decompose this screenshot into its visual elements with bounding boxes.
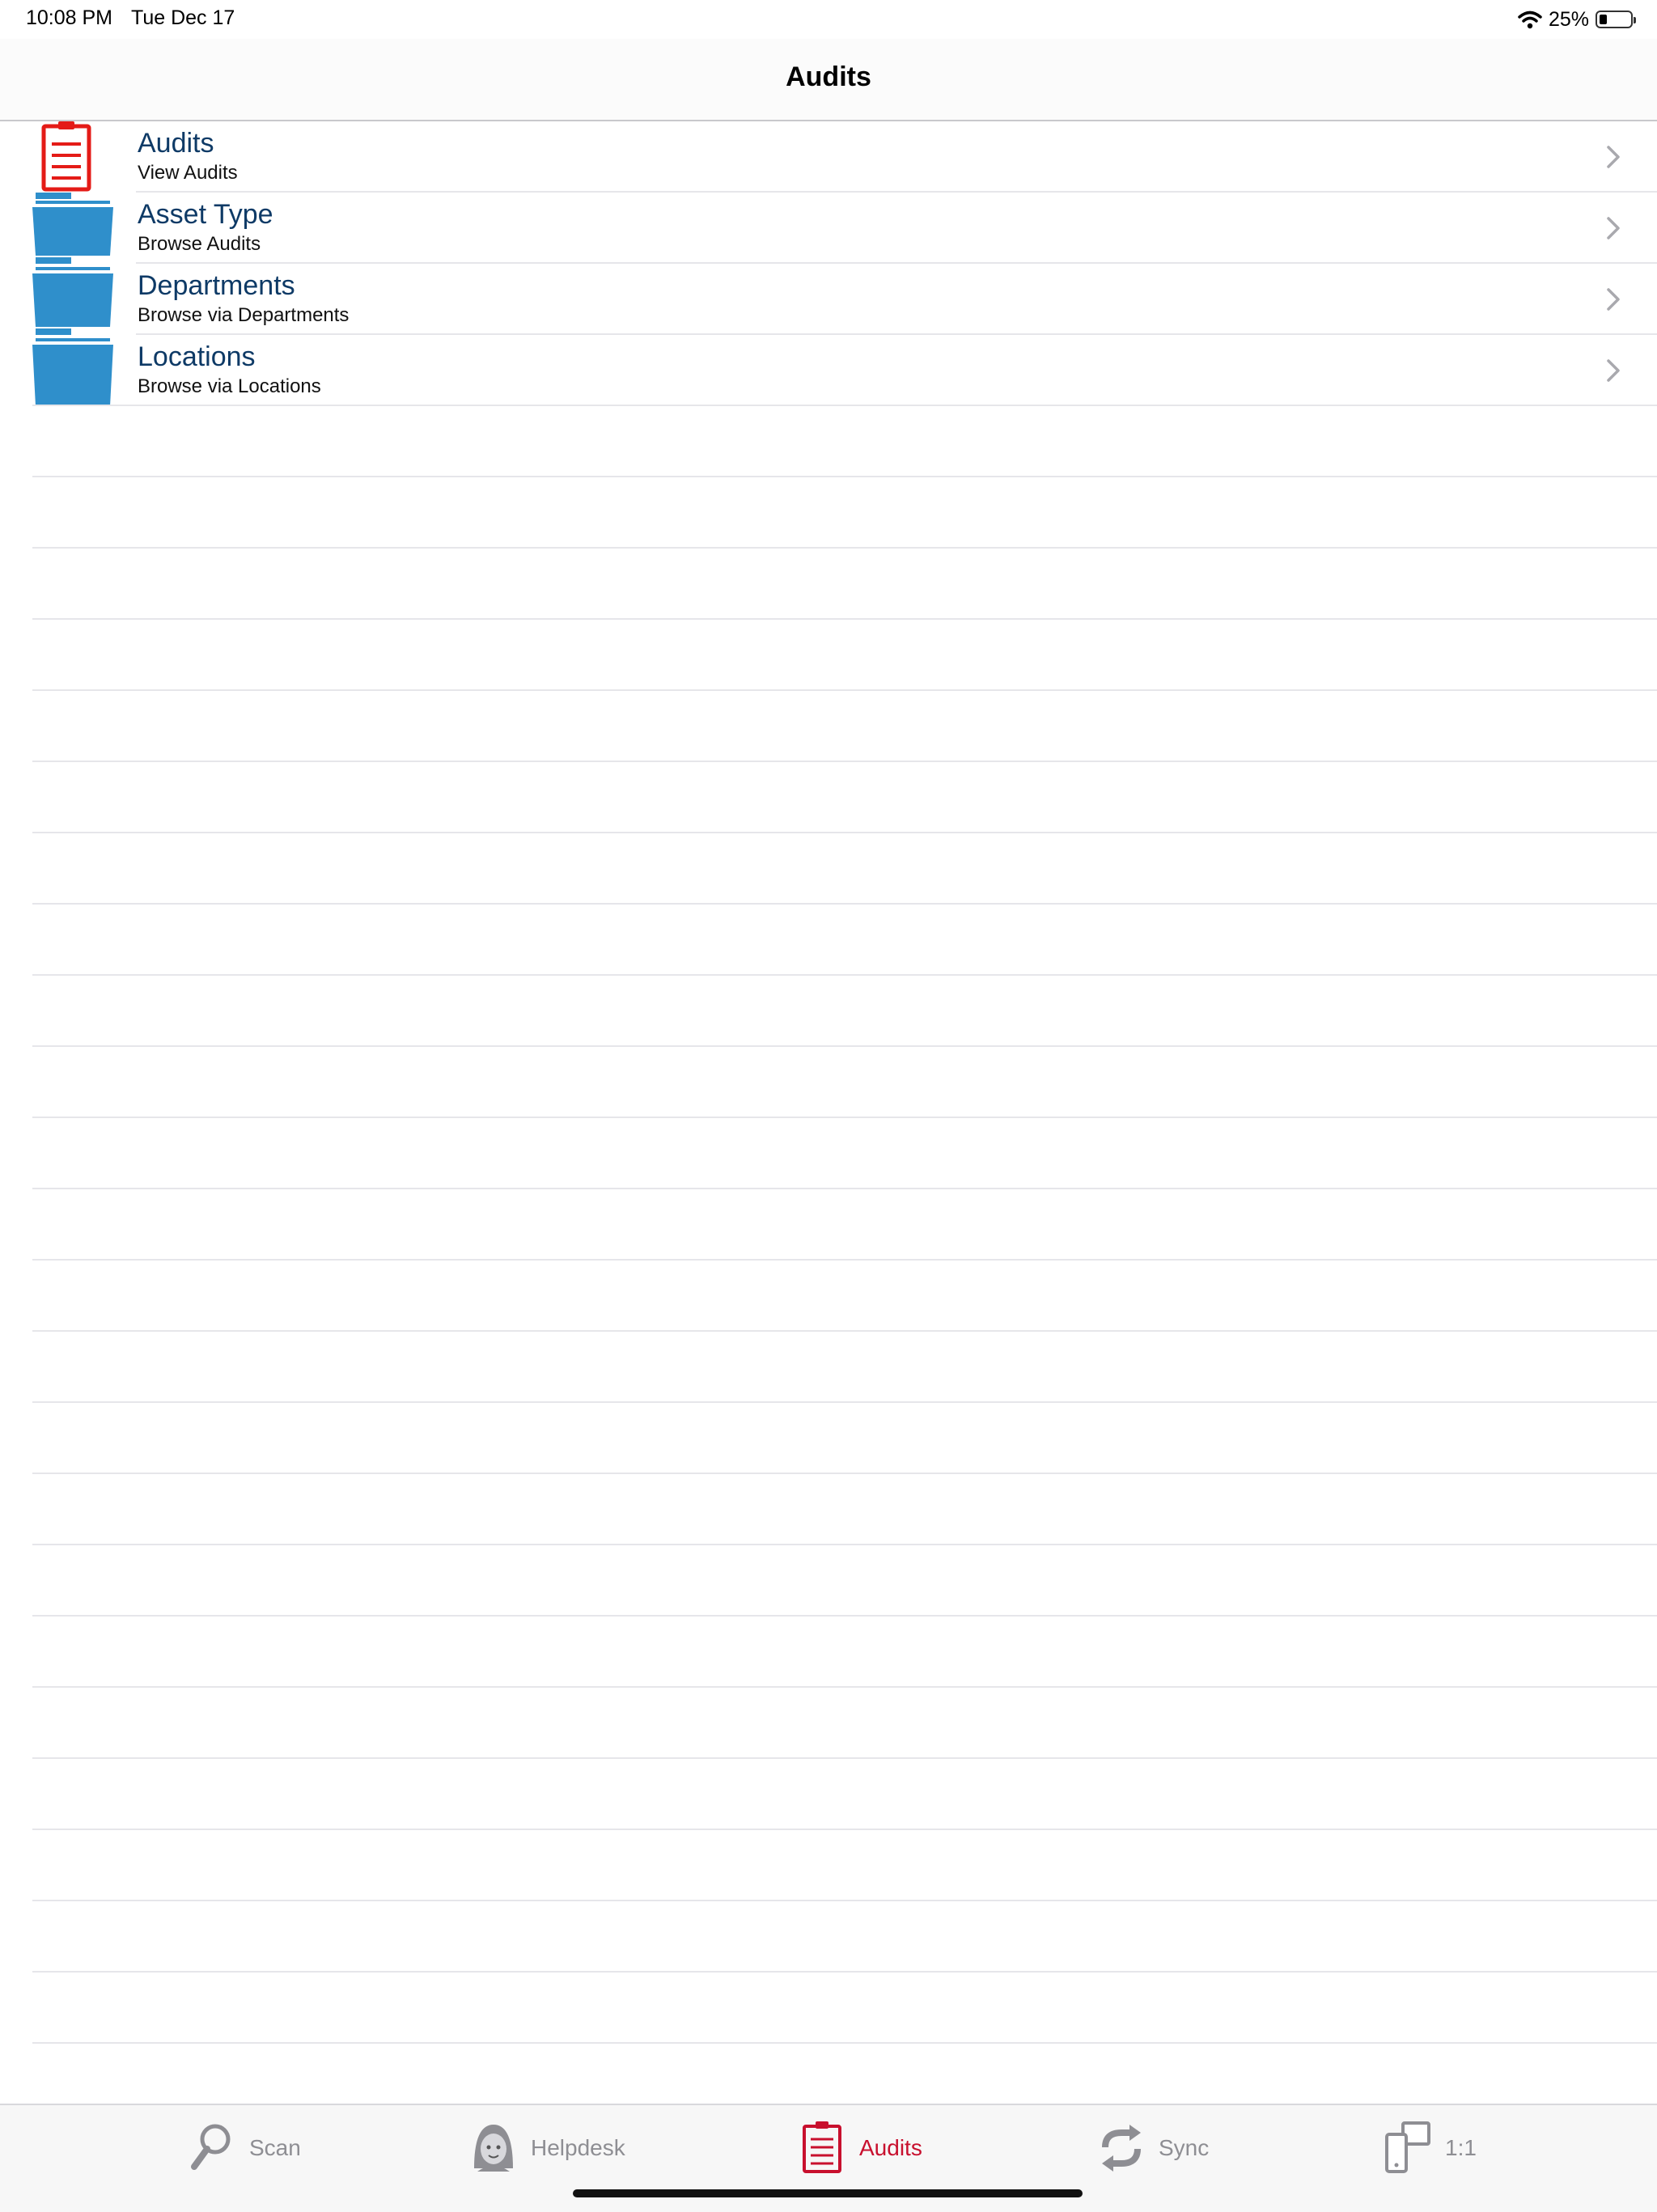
- tab-helpdesk[interactable]: Helpdesk: [469, 2120, 625, 2176]
- list-item-title: Departments: [138, 270, 295, 301]
- list-item-title: Asset Type: [138, 199, 273, 230]
- status-time: 10:08 PM: [26, 6, 113, 29]
- row-separator: [32, 1757, 1657, 1759]
- row-separator: [32, 1401, 1657, 1403]
- battery-level: [1600, 15, 1607, 24]
- menu-list: Audits View Audits Asset Type Browse Aud…: [0, 121, 1657, 406]
- chevron-right-icon: [1607, 288, 1620, 311]
- chevron-right-icon: [1607, 146, 1620, 168]
- row-separator: [32, 618, 1657, 620]
- tab-label: 1:1: [1445, 2135, 1477, 2160]
- row-separator: [32, 1188, 1657, 1189]
- row-separator: [32, 1900, 1657, 1901]
- magnifier-icon: [191, 2124, 231, 2170]
- tab-label: Sync: [1159, 2135, 1210, 2160]
- chevron-right-icon: [1607, 359, 1620, 382]
- list-item-subtitle: Browse Audits: [138, 233, 261, 255]
- sync-icon: [1102, 2125, 1141, 2172]
- row-separator: [32, 2042, 1657, 2044]
- row-separator: [32, 1259, 1657, 1261]
- list-item-locations[interactable]: Locations Browse via Locations: [0, 335, 1657, 406]
- empty-table-area: [0, 405, 1657, 2104]
- row-separator: [32, 405, 1657, 406]
- list-item-subtitle: Browse via Departments: [138, 304, 350, 326]
- row-separator: [32, 761, 1657, 762]
- clipboard-icon: [29, 121, 118, 193]
- navigation-bar: Audits: [0, 39, 1657, 121]
- list-item-asset-type[interactable]: Asset Type Browse Audits: [0, 193, 1657, 264]
- row-separator: [32, 1544, 1657, 1545]
- list-item-title: Locations: [138, 341, 256, 372]
- battery-icon: [1596, 11, 1636, 28]
- list-item-subtitle: Browse via Locations: [138, 375, 321, 397]
- tab-label: Audits: [859, 2135, 922, 2160]
- row-separator: [32, 1117, 1657, 1118]
- row-separator: [32, 1473, 1657, 1474]
- tab-label: Scan: [249, 2135, 301, 2160]
- list-item-departments[interactable]: Departments Browse via Departments: [0, 264, 1657, 335]
- tab-label: Helpdesk: [531, 2135, 625, 2160]
- chevron-right-icon: [1607, 217, 1620, 239]
- page-title: Audits: [786, 61, 871, 92]
- row-separator: [32, 1045, 1657, 1047]
- row-separator: [32, 832, 1657, 833]
- list-item-audits[interactable]: Audits View Audits: [0, 121, 1657, 193]
- wifi-icon: [1518, 11, 1542, 29]
- devices-icon: [1385, 2121, 1430, 2173]
- folder-icon: [29, 264, 118, 335]
- row-separator: [32, 689, 1657, 691]
- row-separator: [32, 1971, 1657, 1973]
- row-separator: [32, 903, 1657, 905]
- tab-one-to-one[interactable]: 1:1: [1384, 2120, 1477, 2176]
- row-separator: [32, 1615, 1657, 1617]
- list-item-title: Audits: [138, 128, 214, 159]
- row-separator: [32, 1330, 1657, 1332]
- row-separator: [32, 974, 1657, 976]
- home-indicator: [573, 2189, 1083, 2197]
- row-separator: [32, 476, 1657, 477]
- tab-scan[interactable]: Scan: [188, 2120, 301, 2176]
- status-bar: 10:08 PM Tue Dec 17 25%: [0, 0, 1657, 39]
- clipboard-icon: [803, 2121, 841, 2173]
- status-indicators: 25%: [1518, 5, 1636, 34]
- tab-sync[interactable]: Sync: [1097, 2120, 1209, 2176]
- battery-percent: 25%: [1548, 7, 1589, 31]
- list-item-subtitle: View Audits: [138, 162, 238, 184]
- status-date: Tue Dec 17: [131, 6, 235, 29]
- folder-icon: [29, 335, 118, 406]
- row-separator: [32, 1686, 1657, 1688]
- tab-audits[interactable]: Audits: [798, 2120, 922, 2176]
- row-separator: [32, 1829, 1657, 1830]
- support-agent-icon: [474, 2125, 513, 2172]
- row-separator: [32, 547, 1657, 549]
- folder-icon: [29, 193, 118, 264]
